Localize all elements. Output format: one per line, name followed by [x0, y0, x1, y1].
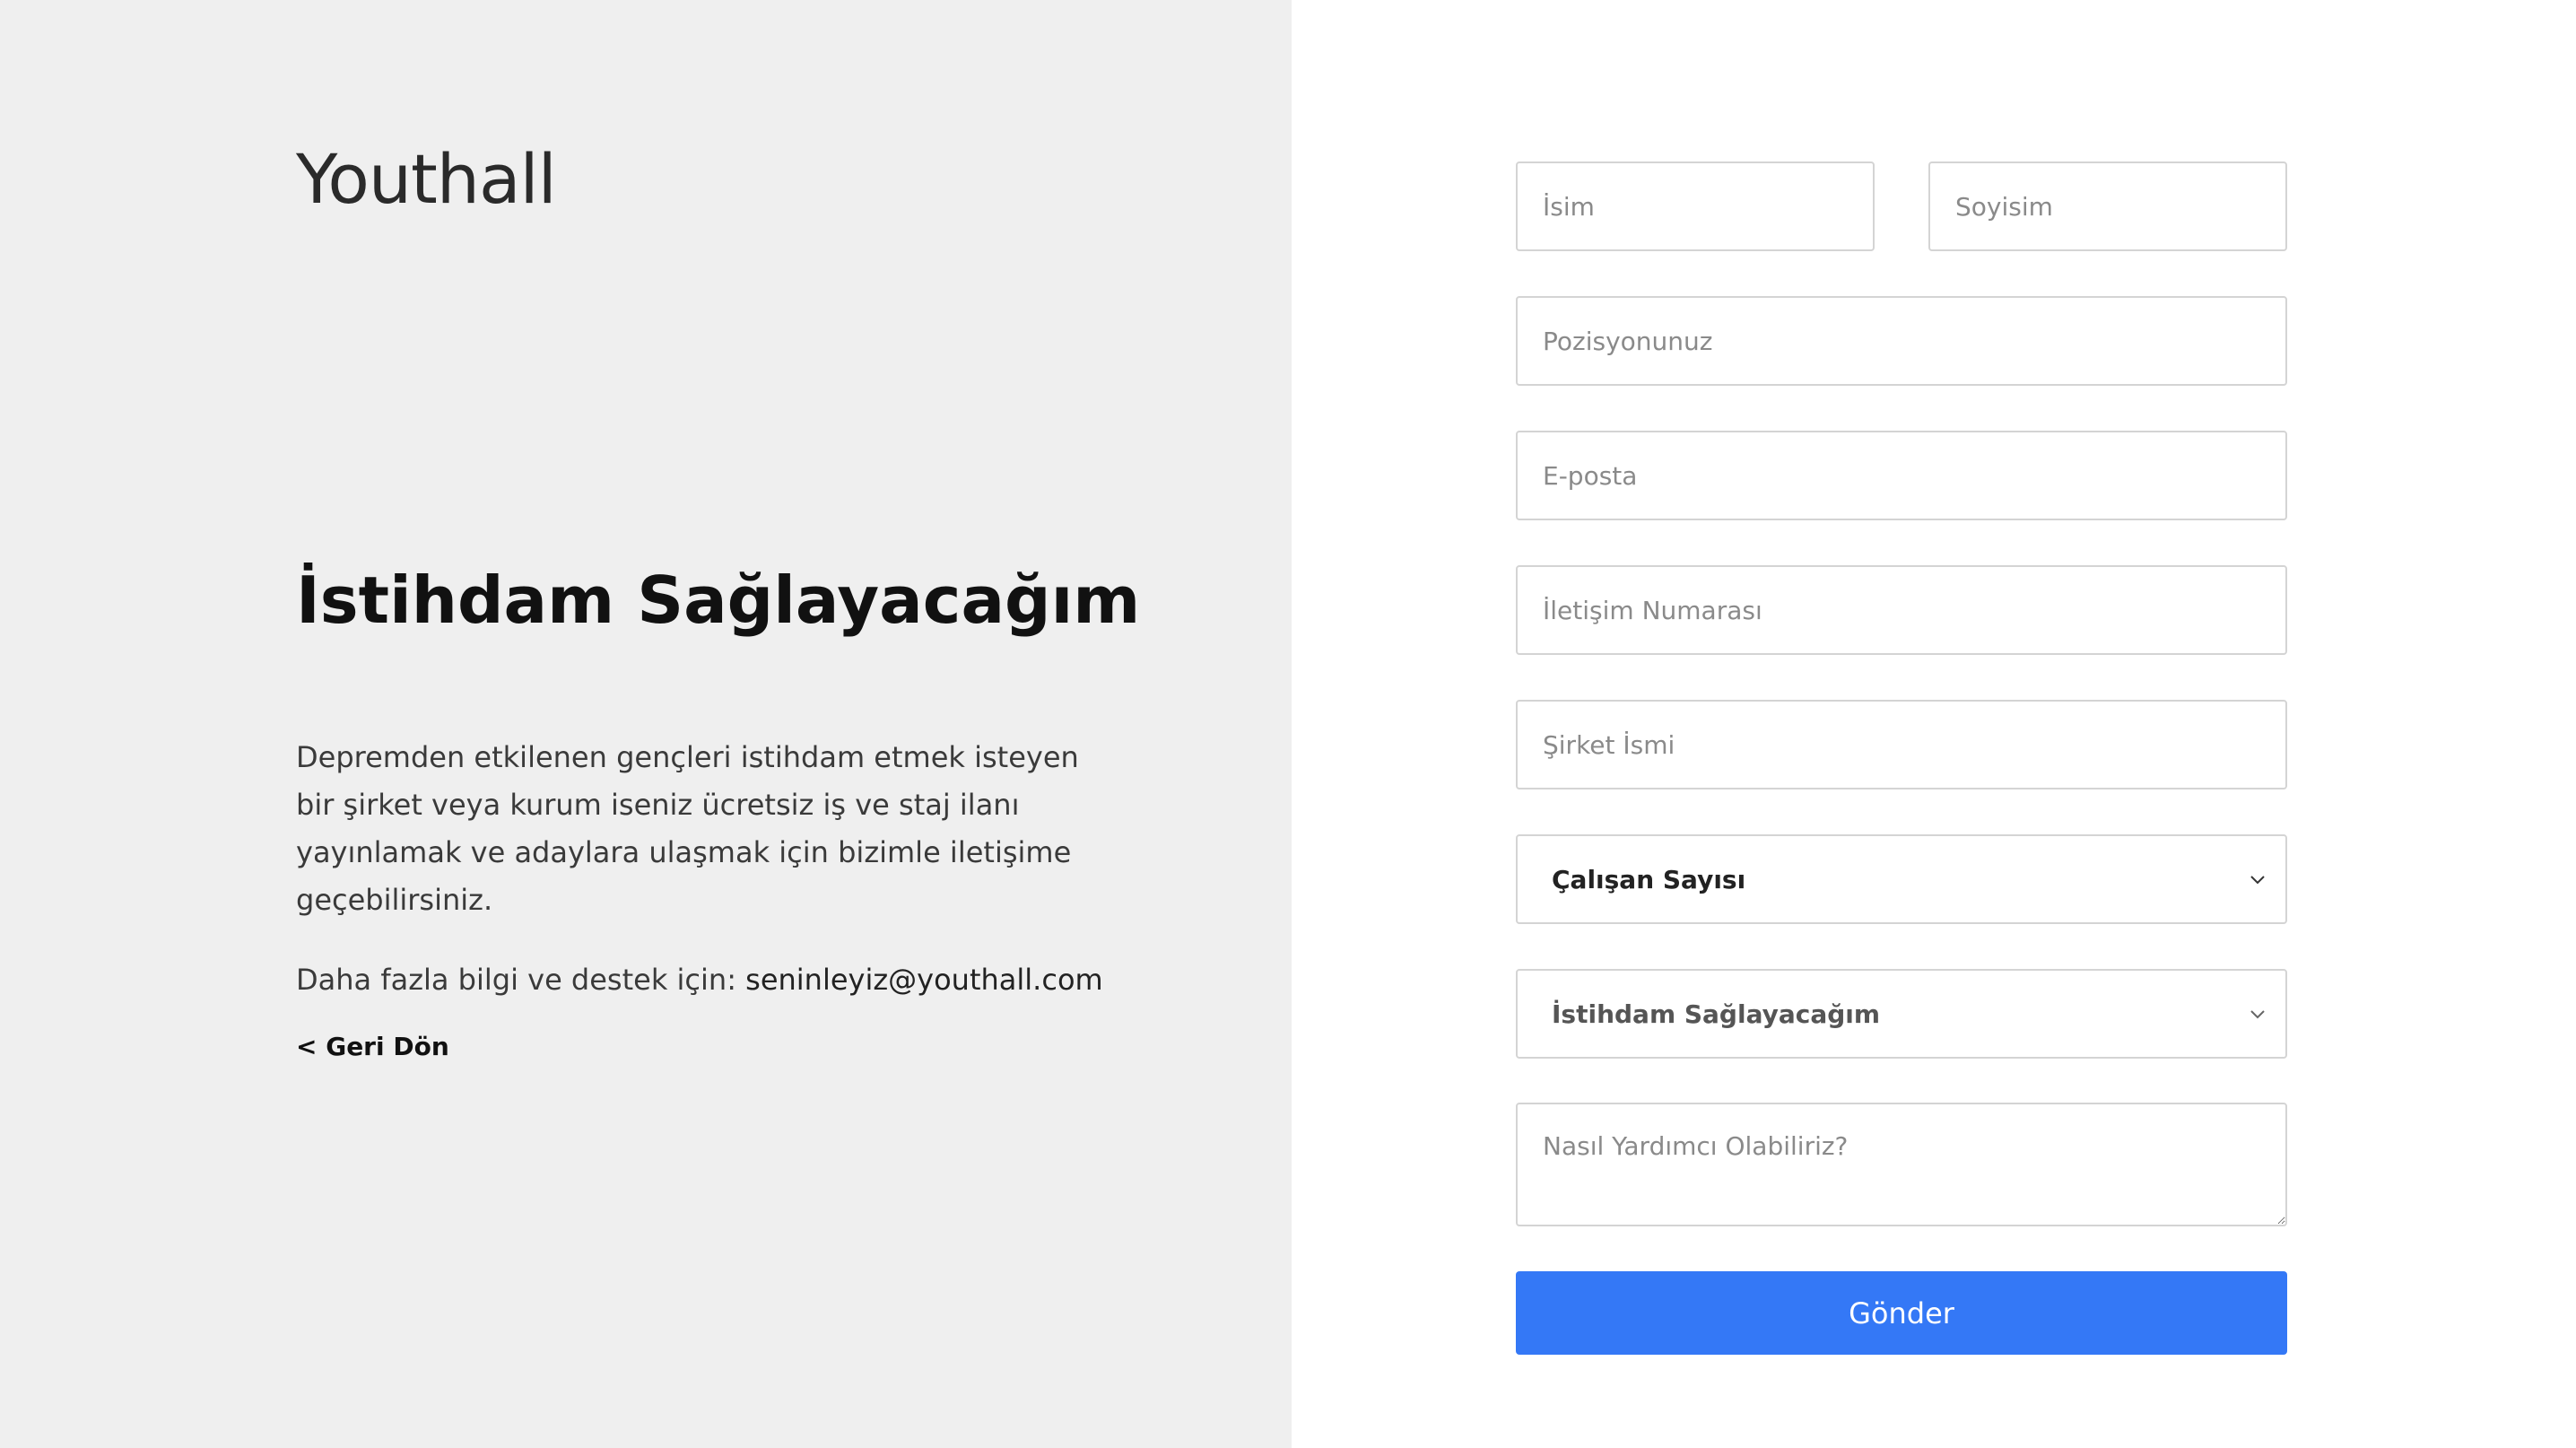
contact-line: Daha fazla bilgi ve destek için: seninle… [296, 963, 1103, 997]
employee-count-value: Çalışan Sayısı [1552, 864, 1746, 894]
first-name-input[interactable] [1516, 161, 1875, 251]
chevron-down-icon [2250, 876, 2265, 885]
back-link[interactable]: < Geri Dön [296, 1032, 449, 1061]
youthall-logo[interactable]: Youthall [296, 145, 557, 214]
company-name-input[interactable] [1516, 700, 2287, 789]
intent-select[interactable]: İstihdam Sağlayacağım [1516, 969, 2287, 1059]
message-textarea[interactable] [1516, 1103, 2287, 1226]
position-input[interactable] [1516, 296, 2287, 386]
chevron-down-icon [2250, 1010, 2265, 1019]
page: Youthall İstihdam Sağlayacağım Depremden… [0, 0, 2576, 1448]
intent-value: İstihdam Sağlayacağım [1552, 999, 1881, 1029]
last-name-input[interactable] [1928, 161, 2287, 251]
description-text: Depremden etkilenen gençleri istihdam et… [296, 740, 1079, 917]
submit-button[interactable]: Gönder [1516, 1271, 2287, 1355]
email-input[interactable] [1516, 431, 2287, 520]
employee-count-select[interactable]: Çalışan Sayısı [1516, 834, 2287, 924]
phone-input[interactable] [1516, 565, 2287, 655]
contact-email-link[interactable]: seninleyiz@youthall.com [745, 963, 1103, 997]
page-title: İstihdam Sağlayacağım [296, 563, 1141, 638]
contact-prefix: Daha fazla bilgi ve destek için: [296, 963, 746, 997]
info-panel: Youthall İstihdam Sağlayacağım Depremden… [0, 0, 1292, 1448]
